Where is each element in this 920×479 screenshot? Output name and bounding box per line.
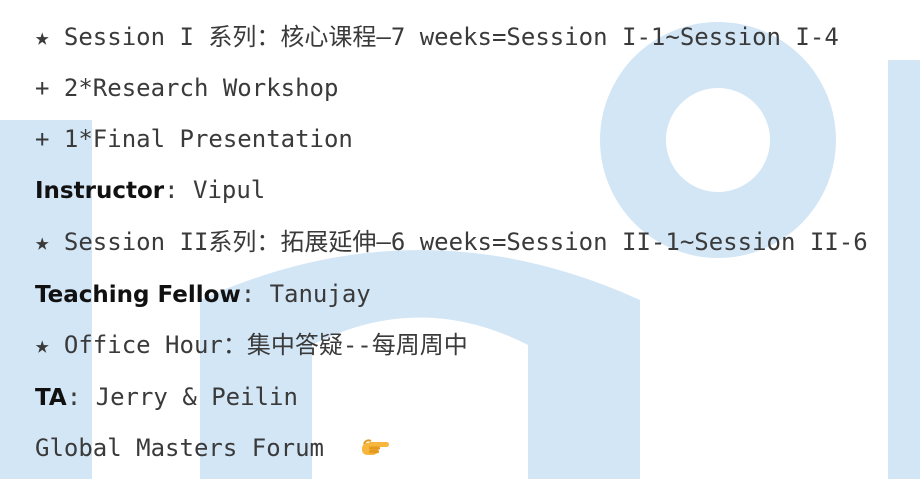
instructor-value: : Vipul	[164, 176, 266, 204]
session-one-line: ★ Session I 系列：核心课程—7 weeks=Session I-1~…	[35, 23, 839, 51]
instructor-line: Instructor: Vipul	[35, 175, 265, 205]
forum-text: Global Masters Forum	[35, 434, 324, 462]
ta-value: : Jerry & Peilin	[66, 383, 298, 411]
ta-line: TA: Jerry & Peilin	[35, 382, 298, 412]
session-two-line: ★ Session II系列：拓展延伸—6 weeks=Session II-1…	[35, 228, 868, 256]
teaching-fellow-value: : Tanujay	[240, 280, 371, 308]
teaching-fellow-label: Teaching Fellow	[35, 282, 241, 308]
pointing-hand-icon	[360, 434, 390, 464]
teaching-fellow-line: Teaching Fellow: Tanujay	[35, 279, 371, 309]
office-hour-line: ★ Office Hour：集中答疑--每周周中	[35, 331, 468, 359]
instructor-label: Instructor	[35, 178, 165, 204]
research-workshop-line: + 2*Research Workshop	[35, 74, 339, 102]
final-presentation-line: + 1*Final Presentation	[35, 125, 353, 153]
ta-label: TA	[35, 385, 67, 411]
forum-line: Global Masters Forum	[35, 433, 390, 463]
course-schedule: ★ Session I 系列：核心课程—7 weeks=Session I-1~…	[0, 0, 920, 479]
